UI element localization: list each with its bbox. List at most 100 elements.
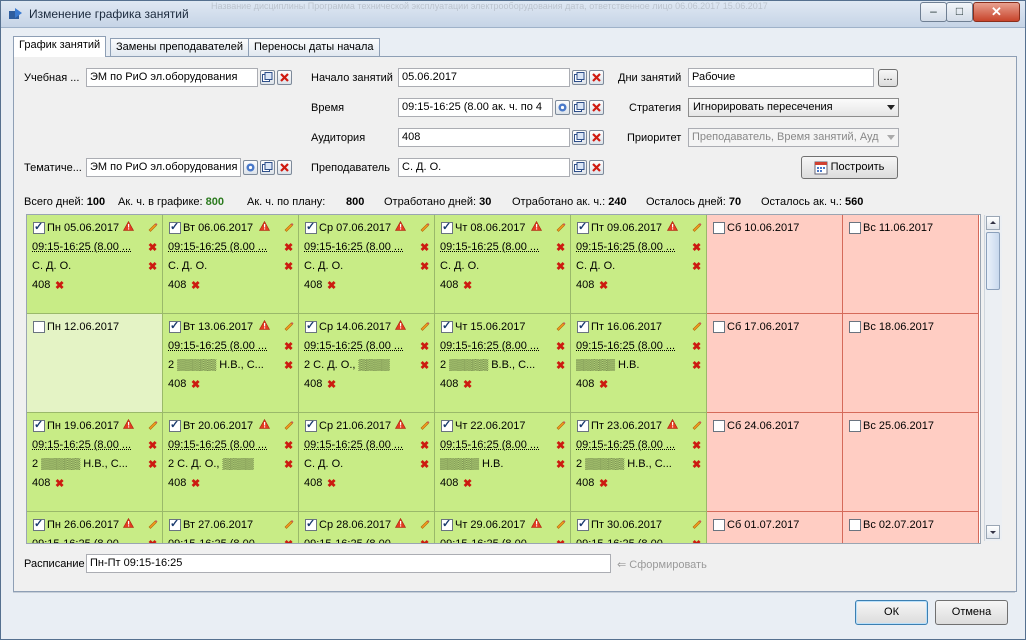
- uchebnaya-clear-button[interactable]: [277, 70, 292, 85]
- remove-teacher-icon[interactable]: ✖: [284, 458, 293, 471]
- maximize-button[interactable]: □: [946, 2, 973, 22]
- remove-time-icon[interactable]: ✖: [420, 340, 429, 353]
- remove-time-icon[interactable]: ✖: [556, 538, 565, 543]
- remove-time-icon[interactable]: ✖: [148, 538, 157, 543]
- cancel-button[interactable]: Отмена: [935, 600, 1008, 625]
- edit-pencil-icon[interactable]: [555, 221, 566, 235]
- edit-pencil-icon[interactable]: [283, 419, 294, 433]
- room-copy-button[interactable]: [572, 130, 587, 145]
- remove-room-icon[interactable]: ✖: [55, 477, 64, 490]
- day-time[interactable]: 09:15-16:25 (8.00 ...: [32, 439, 131, 451]
- day-time[interactable]: 09:15-16:25 (8.00 ...: [32, 538, 131, 543]
- calendar-day-cell[interactable]: Пн 19.06.2017 09:15-16:25 (8.00 ... ✖ 2 ▒▒▒…: [27, 413, 163, 512]
- uchebnaya-field[interactable]: ЭМ по РиО эл.оборудования: [86, 68, 258, 87]
- tab-schedule[interactable]: График занятий: [13, 36, 107, 57]
- day-checkbox[interactable]: [33, 418, 45, 432]
- start-date-clear-button[interactable]: [589, 70, 604, 85]
- remove-time-icon[interactable]: ✖: [420, 439, 429, 452]
- remove-room-icon[interactable]: ✖: [327, 477, 336, 490]
- day-checkbox[interactable]: [849, 420, 861, 432]
- uchebnaya-copy-button[interactable]: [260, 70, 275, 85]
- scroll-down-button[interactable]: [986, 525, 1000, 539]
- calendar-day-cell[interactable]: Вс 18.06.2017: [843, 314, 979, 413]
- tab-teacher-replacements[interactable]: Замены преподавателей: [110, 38, 249, 56]
- remove-teacher-icon[interactable]: ✖: [692, 260, 701, 273]
- calendar-day-cell[interactable]: Сб 17.06.2017: [707, 314, 843, 413]
- day-time[interactable]: 09:15-16:25 (8.00 ...: [440, 439, 539, 451]
- day-time[interactable]: 09:15-16:25 (8.00 ...: [304, 340, 403, 352]
- day-checkbox[interactable]: [441, 319, 453, 333]
- day-checkbox[interactable]: [577, 517, 589, 531]
- edit-pencil-icon[interactable]: [419, 518, 430, 532]
- remove-room-icon[interactable]: ✖: [599, 378, 608, 391]
- day-checkbox[interactable]: [305, 319, 317, 333]
- calendar-day-cell[interactable]: Вс 25.06.2017: [843, 413, 979, 512]
- calendar-day-cell[interactable]: Вт 13.06.2017 09:15-16:25 (8.00 ... ✖ 2 ▒▒▒…: [163, 314, 299, 413]
- day-checkbox[interactable]: [305, 517, 317, 531]
- remove-room-icon[interactable]: ✖: [327, 279, 336, 292]
- remove-time-icon[interactable]: ✖: [420, 241, 429, 254]
- edit-pencil-icon[interactable]: [419, 221, 430, 235]
- scroll-thumb[interactable]: [986, 232, 1000, 290]
- remove-teacher-icon[interactable]: ✖: [556, 359, 565, 372]
- calendar-day-cell[interactable]: Пт 30.06.201709:15-16:25 (8.00 ...✖✖408✖: [571, 512, 707, 543]
- day-time[interactable]: 09:15-16:25 (8.00 ...: [440, 538, 539, 543]
- day-checkbox[interactable]: [849, 519, 861, 531]
- edit-pencil-icon[interactable]: [147, 419, 158, 433]
- calendar-day-cell[interactable]: Ср 21.06.2017 09:15-16:25 (8.00 ... ✖ С. Д.…: [299, 413, 435, 512]
- remove-room-icon[interactable]: ✖: [599, 279, 608, 292]
- day-checkbox[interactable]: [441, 418, 453, 432]
- edit-pencil-icon[interactable]: [691, 221, 702, 235]
- remove-room-icon[interactable]: ✖: [191, 477, 200, 490]
- start-date-copy-button[interactable]: [572, 70, 587, 85]
- time-copy-button[interactable]: [572, 100, 587, 115]
- edit-pencil-icon[interactable]: [691, 320, 702, 334]
- remove-time-icon[interactable]: ✖: [692, 439, 701, 452]
- day-time[interactable]: 09:15-16:25 (8.00 ...: [168, 241, 267, 253]
- calendar-day-cell[interactable]: Чт 08.06.2017 09:15-16:25 (8.00 ... ✖ С. Д.…: [435, 215, 571, 314]
- calendar-day-cell[interactable]: Чт 29.06.201709:15-16:25 (8.00 ...✖✖408✖: [435, 512, 571, 543]
- day-time[interactable]: 09:15-16:25 (8.00 ...: [440, 340, 539, 352]
- edit-pencil-icon[interactable]: [555, 518, 566, 532]
- minimize-button[interactable]: –: [920, 2, 947, 22]
- day-checkbox[interactable]: [169, 418, 181, 432]
- room-field[interactable]: 408: [398, 128, 570, 147]
- day-checkbox[interactable]: [713, 321, 725, 333]
- room-clear-button[interactable]: [589, 130, 604, 145]
- day-time[interactable]: 09:15-16:25 (8.00 ...: [168, 340, 267, 352]
- remove-teacher-icon[interactable]: ✖: [556, 458, 565, 471]
- remove-room-icon[interactable]: ✖: [327, 378, 336, 391]
- day-time[interactable]: 09:15-16:25 (8.00 ...: [576, 340, 675, 352]
- remove-room-icon[interactable]: ✖: [463, 279, 472, 292]
- start-date-field[interactable]: 05.06.2017: [398, 68, 570, 87]
- remove-time-icon[interactable]: ✖: [556, 439, 565, 452]
- teacher-field[interactable]: С. Д. О.: [398, 158, 570, 177]
- remove-time-icon[interactable]: ✖: [556, 241, 565, 254]
- edit-pencil-icon[interactable]: [147, 221, 158, 235]
- day-time[interactable]: 09:15-16:25 (8.00 ...: [576, 439, 675, 451]
- scroll-up-button[interactable]: [986, 216, 1000, 230]
- remove-teacher-icon[interactable]: ✖: [284, 260, 293, 273]
- remove-room-icon[interactable]: ✖: [463, 477, 472, 490]
- edit-pencil-icon[interactable]: [147, 518, 158, 532]
- remove-time-icon[interactable]: ✖: [148, 439, 157, 452]
- remove-time-icon[interactable]: ✖: [692, 538, 701, 543]
- day-checkbox[interactable]: [849, 321, 861, 333]
- remove-teacher-icon[interactable]: ✖: [148, 458, 157, 471]
- edit-pencil-icon[interactable]: [419, 419, 430, 433]
- remove-teacher-icon[interactable]: ✖: [420, 359, 429, 372]
- edit-pencil-icon[interactable]: [283, 320, 294, 334]
- teacher-copy-button[interactable]: [572, 160, 587, 175]
- edit-pencil-icon[interactable]: [691, 419, 702, 433]
- strategy-select[interactable]: Игнорировать пересечения: [688, 98, 899, 117]
- day-time[interactable]: 09:15-16:25 (8.00 ...: [576, 241, 675, 253]
- day-checkbox[interactable]: [577, 418, 589, 432]
- tematich-settings-button[interactable]: [243, 160, 258, 175]
- time-field[interactable]: 09:15-16:25 (8.00 ак. ч. по 4: [398, 98, 553, 117]
- remove-teacher-icon[interactable]: ✖: [556, 260, 565, 273]
- days-browse-button[interactable]: ...: [878, 69, 898, 87]
- edit-pencil-icon[interactable]: [691, 518, 702, 532]
- remove-time-icon[interactable]: ✖: [284, 241, 293, 254]
- remove-time-icon[interactable]: ✖: [692, 340, 701, 353]
- tematich-copy-button[interactable]: [260, 160, 275, 175]
